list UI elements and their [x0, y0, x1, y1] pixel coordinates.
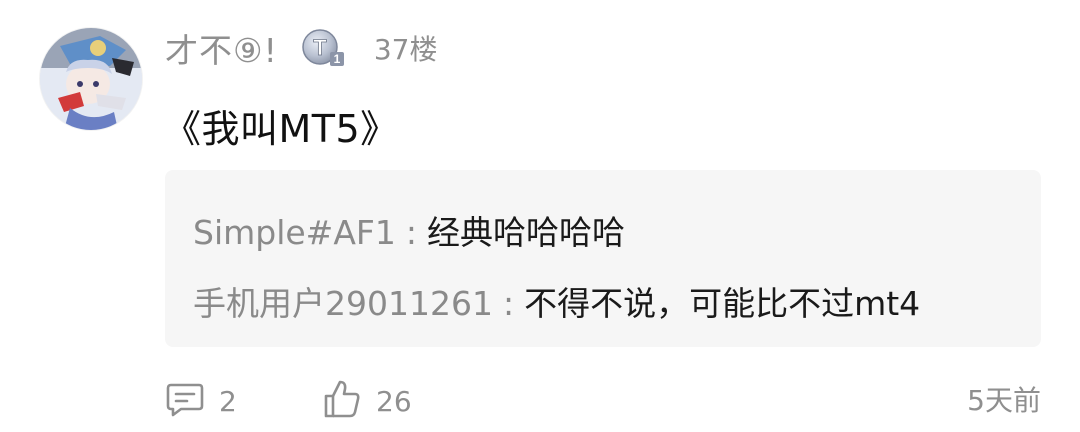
reply-item[interactable]: Simple#AF1: 经典哈哈哈哈: [193, 206, 625, 254]
comment-bubble-icon: [165, 379, 205, 423]
level-badge-icon: T 1: [300, 28, 346, 68]
thumbs-up-icon: [322, 378, 362, 424]
reply-item[interactable]: 手机用户29011261: 不得不说，可能比不过mt4: [193, 277, 920, 325]
reply-username[interactable]: Simple#AF1: [193, 213, 396, 252]
reply-separator: :: [405, 213, 418, 252]
comment-text: 《我叫MT5》: [163, 107, 399, 151]
like-count: 26: [376, 384, 412, 418]
reply-button[interactable]: 2: [165, 378, 237, 424]
comment-header: 才不⑨! T 1 37楼: [165, 26, 437, 70]
username[interactable]: 才不⑨!: [165, 24, 278, 72]
comment-footer: 2 26 5天前: [165, 378, 1041, 424]
comment-card: 才不⑨! T 1 37楼 《我叫MT5》 Simple#AF1:经典哈哈哈哈: [0, 0, 1080, 432]
reply-text: 经典哈哈哈哈: [427, 213, 626, 252]
badge-level: 1: [333, 52, 340, 66]
badge-letter: T: [313, 35, 327, 60]
avatar-image: [40, 28, 142, 130]
reply-username[interactable]: 手机用户29011261: [193, 284, 493, 323]
timestamp: 5天前: [967, 384, 1041, 417]
reply-count: 2: [219, 384, 237, 418]
reply-list[interactable]: Simple#AF1: 经典哈哈哈哈 手机用户29011261: 不得不说，可能比不…: [165, 170, 1041, 347]
avatar[interactable]: [40, 28, 142, 130]
like-button[interactable]: 26: [322, 378, 412, 424]
reply-text: 不得不说，可能比不过mt4: [524, 284, 921, 323]
reply-separator: :: [502, 284, 515, 323]
floor-number: 37楼: [373, 33, 438, 66]
